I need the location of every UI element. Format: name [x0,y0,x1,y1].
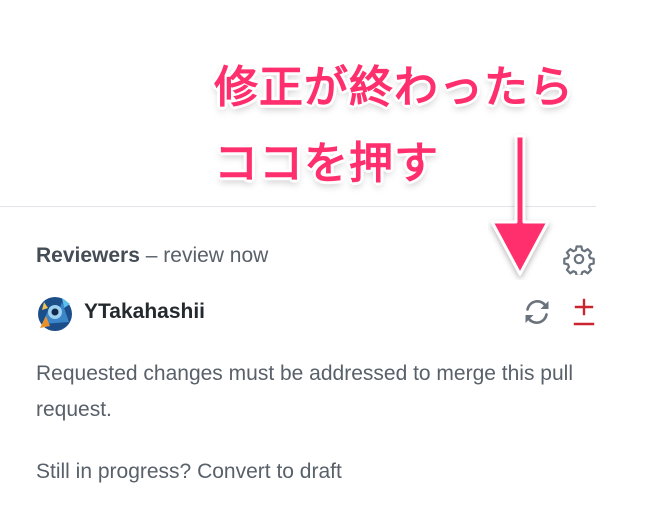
reviewers-status: review now [163,244,269,267]
convert-to-draft-link[interactable]: Convert to draft [197,460,342,483]
annotation-arrow-icon [490,134,550,276]
sync-icon[interactable] [521,296,553,328]
reviewer-row: YTakahashii [36,292,596,332]
gear-icon[interactable] [563,243,595,277]
changes-requested-icon[interactable] [572,294,596,330]
reviewers-separator: – [139,244,164,267]
reviewer-name[interactable]: YTakahashii [84,300,205,324]
requested-changes-message: Requested changes must be addressed to m… [36,362,573,421]
reviewers-header: Reviewers – review now [36,244,268,268]
annotation-text-line1: 修正が終わったら [214,62,574,113]
avatar[interactable] [36,294,74,332]
reviewers-label: Reviewers [36,244,140,267]
annotation-text-line2: ココを押す [214,138,439,189]
convert-to-draft-text: Still in progress? Convert to draft [36,460,342,484]
draft-prefix: Still in progress? [36,460,198,483]
